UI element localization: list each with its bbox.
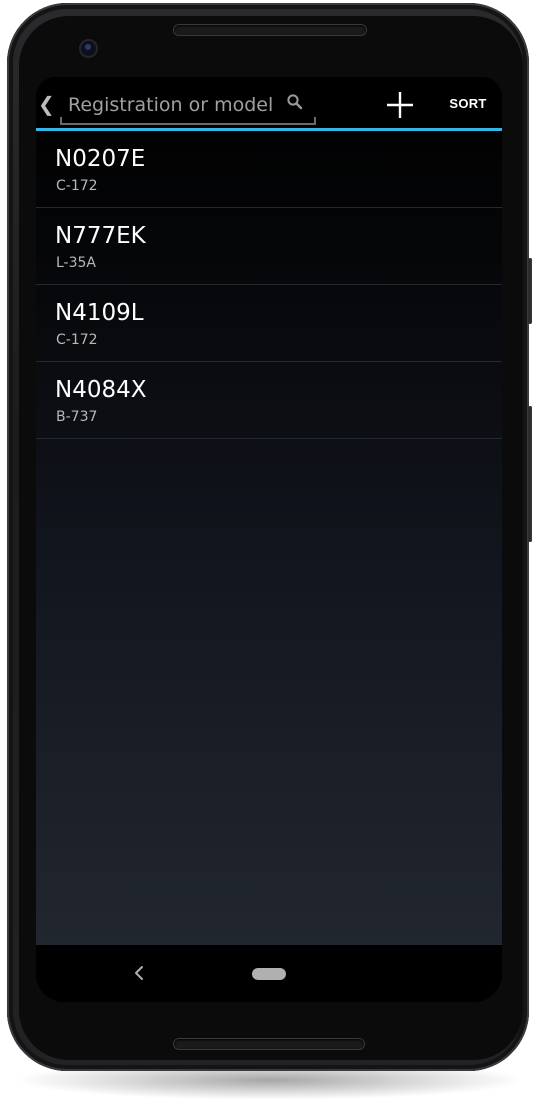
aircraft-model: B-737 (56, 409, 98, 425)
screen: ❮ SORT N0207E C-172 (36, 77, 502, 1002)
list-item[interactable]: N777EK L-35A (36, 208, 502, 285)
home-pill-icon[interactable] (252, 968, 286, 980)
list-item[interactable]: N0207E C-172 (36, 131, 502, 208)
nav-back-icon[interactable] (129, 961, 149, 985)
aircraft-list: N0207E C-172 N777EK L-35A N4109L C-172 N… (36, 131, 502, 439)
aircraft-model: L-35A (56, 255, 96, 271)
aircraft-registration: N4084X (55, 377, 147, 403)
volume-button (527, 406, 532, 542)
front-camera (81, 41, 96, 56)
search-icon[interactable] (286, 93, 304, 111)
top-speaker (174, 25, 366, 35)
app-content: ❮ SORT N0207E C-172 (36, 77, 502, 945)
toolbar: ❮ SORT (36, 77, 502, 131)
aircraft-model: C-172 (56, 332, 98, 348)
plus-icon (387, 92, 413, 118)
search-box (60, 87, 316, 125)
system-nav-bar (36, 945, 502, 1002)
add-button[interactable] (382, 87, 418, 123)
sort-button[interactable]: SORT (440, 91, 496, 117)
bottom-speaker (174, 1039, 364, 1049)
aircraft-registration: N777EK (55, 223, 146, 249)
list-item[interactable]: N4084X B-737 (36, 362, 502, 439)
list-item[interactable]: N4109L C-172 (36, 285, 502, 362)
aircraft-model: C-172 (56, 178, 98, 194)
chevron-left-icon[interactable]: ❮ (38, 91, 55, 117)
search-input[interactable] (68, 89, 282, 121)
power-button (527, 258, 532, 324)
aircraft-registration: N4109L (55, 300, 144, 326)
aircraft-registration: N0207E (55, 146, 146, 172)
